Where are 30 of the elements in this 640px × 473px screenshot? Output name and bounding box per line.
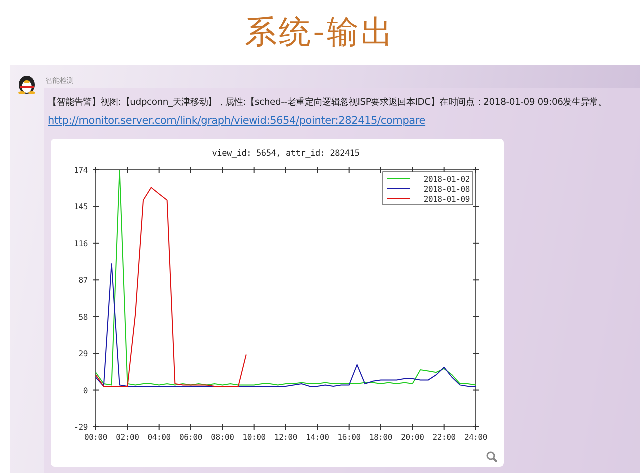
- x-tick-label: 14:00: [306, 433, 330, 442]
- penguin-avatar-icon: [16, 73, 38, 95]
- slide-title: 系统-输出: [245, 12, 395, 52]
- x-tick-label: 02:00: [116, 433, 140, 442]
- legend-label: 2018-01-08: [424, 185, 470, 194]
- x-tick-label: 18:00: [369, 433, 393, 442]
- y-tick-label: 174: [74, 166, 88, 175]
- x-tick-label: 20:00: [401, 433, 424, 442]
- chart-title: view_id: 5654, attr_id: 282415: [212, 149, 360, 159]
- x-tick-label: 00:00: [84, 433, 108, 442]
- graph-link[interactable]: http://monitor.server.com/link/graph/viewid:5654/pointer:282415/compare: [48, 115, 426, 127]
- x-tick-label: 08:00: [211, 433, 234, 442]
- y-tick-label: 87: [78, 276, 88, 286]
- x-tick-label: 22:00: [432, 433, 456, 442]
- alert-message: 【智能告警】视图:【udpconn_天津移动】，属性:【sched--老重定向逻辑忽视ISP要求返回本IDC】在时间点：2018-01-09 09:06发生异常。: [48, 96, 608, 110]
- zoom-icon[interactable]: [486, 451, 498, 463]
- legend-label: 2018-01-09: [424, 195, 470, 204]
- x-tick-label: 12:00: [274, 433, 298, 442]
- x-tick-label: 06:00: [179, 433, 203, 442]
- y-tick-label: 29: [78, 350, 88, 359]
- x-tick-label: 04:00: [148, 433, 171, 442]
- y-tick-label: -29: [74, 423, 88, 432]
- x-tick-label: 16:00: [338, 433, 361, 442]
- y-tick-label: 58: [78, 312, 88, 322]
- y-tick-label: 145: [74, 202, 88, 212]
- y-tick-label: 116: [74, 239, 88, 248]
- y-tick-label: 0: [83, 386, 88, 396]
- x-tick-label: 24:00: [464, 433, 488, 442]
- legend-label: 2018-01-02: [424, 175, 470, 184]
- x-tick-label: 10:00: [242, 433, 266, 442]
